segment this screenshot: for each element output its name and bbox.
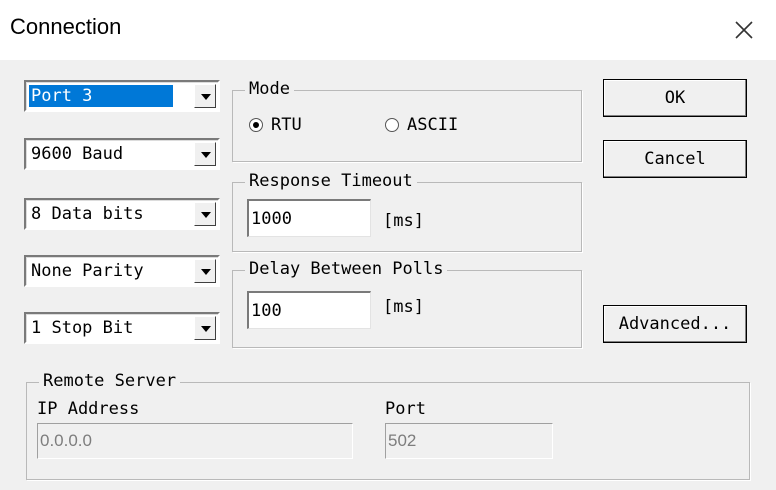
- remote-port-field[interactable]: [385, 423, 553, 459]
- mode-group-label: Mode: [245, 79, 294, 99]
- chevron-down-icon[interactable]: [194, 202, 216, 226]
- radio-unchecked-icon: [385, 118, 399, 132]
- stop-bits-select-value: 1 Stop Bit: [31, 318, 134, 338]
- chevron-down-icon[interactable]: [194, 259, 216, 283]
- parity-select-value: None Parity: [31, 261, 144, 281]
- ip-address-input[interactable]: [38, 424, 352, 458]
- remote-server-label: Remote Server: [39, 371, 181, 391]
- chevron-down-icon[interactable]: [194, 84, 216, 108]
- baud-select[interactable]: 9600 Baud: [24, 138, 220, 170]
- data-bits-select[interactable]: 8 Data bits: [24, 198, 220, 230]
- response-timeout-field[interactable]: [247, 199, 371, 237]
- mode-ascii-label: ASCII: [407, 115, 459, 135]
- advanced-button[interactable]: Advanced...: [603, 305, 747, 343]
- mode-ascii-radio[interactable]: ASCII: [385, 115, 458, 135]
- baud-select-value: 9600 Baud: [31, 144, 124, 164]
- window-title: Connection: [10, 14, 122, 39]
- response-timeout-label: Response Timeout: [245, 171, 417, 191]
- mode-rtu-label: RTU: [271, 115, 302, 135]
- remote-server-group: Remote Server IP Address Port: [26, 371, 750, 480]
- radio-checked-icon: [249, 118, 263, 132]
- remote-port-label: Port: [385, 399, 426, 419]
- parity-select[interactable]: None Parity: [24, 255, 220, 287]
- response-timeout-group: Response Timeout [ms]: [232, 171, 582, 252]
- stop-bits-select[interactable]: 1 Stop Bit: [24, 312, 220, 344]
- delay-between-polls-group: Delay Between Polls [ms]: [232, 259, 582, 348]
- mode-group: Mode RTU ASCII: [232, 79, 582, 162]
- cancel-button[interactable]: Cancel: [603, 140, 747, 178]
- response-timeout-input[interactable]: [249, 201, 370, 236]
- ip-address-field[interactable]: [37, 423, 353, 459]
- port-select-value: Port 3: [29, 85, 173, 107]
- close-icon[interactable]: [728, 14, 760, 46]
- chevron-down-icon[interactable]: [194, 316, 216, 340]
- dialog-client-area: Port 3 9600 Baud 8 Data bits None Parity…: [0, 60, 776, 490]
- ok-button[interactable]: OK: [603, 79, 747, 117]
- delay-between-polls-unit: [ms]: [383, 297, 424, 317]
- mode-rtu-radio[interactable]: RTU: [249, 115, 302, 135]
- delay-between-polls-label: Delay Between Polls: [245, 259, 448, 279]
- remote-port-input[interactable]: [386, 424, 552, 458]
- response-timeout-unit: [ms]: [383, 211, 424, 231]
- delay-between-polls-input[interactable]: [249, 293, 370, 328]
- chevron-down-icon[interactable]: [194, 142, 216, 166]
- data-bits-select-value: 8 Data bits: [31, 204, 144, 224]
- delay-between-polls-field[interactable]: [247, 291, 371, 329]
- title-bar: Connection: [0, 0, 776, 60]
- port-select[interactable]: Port 3: [24, 80, 220, 112]
- ip-address-label: IP Address: [37, 399, 140, 419]
